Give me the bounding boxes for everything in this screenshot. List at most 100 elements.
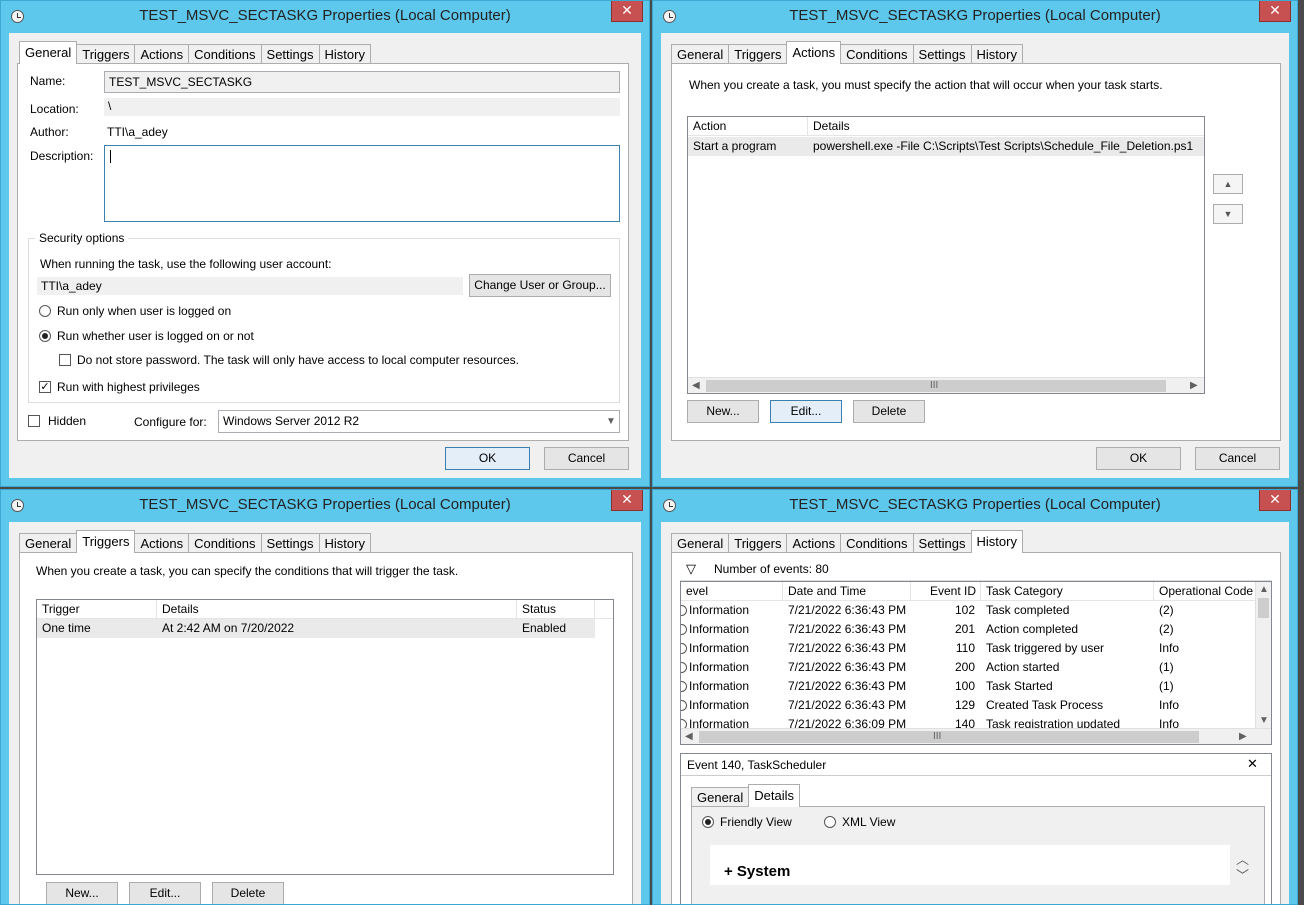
close-button[interactable]: ✕ (1259, 490, 1291, 511)
ok-button[interactable]: OK (445, 447, 530, 470)
vertical-scrollbar[interactable]: ▲ ▼ (1255, 582, 1271, 730)
triggers-list[interactable]: Trigger Details Status One time At 2:42 … (36, 599, 614, 875)
move-down-button[interactable]: ▼ (1213, 204, 1243, 224)
description-field[interactable] (104, 145, 620, 222)
column-details[interactable]: Details (808, 117, 1204, 136)
horizontal-scrollbar[interactable]: ◀ III ▶ (681, 728, 1271, 744)
tab-triggers[interactable]: Triggers (728, 533, 788, 553)
horizontal-scrollbar[interactable]: ◀ III ▶ (688, 377, 1204, 393)
tab-history[interactable]: History (318, 533, 371, 553)
cancel-button[interactable]: Cancel (544, 447, 629, 470)
move-up-button[interactable]: ▲ (1213, 174, 1243, 194)
detail-scroll-down-icon[interactable]: ﹀ (1236, 865, 1249, 884)
system-expander[interactable]: + System (724, 863, 790, 880)
table-row[interactable]: Information 7/21/2022 6:36:43 PM 110 Task t… (681, 639, 1255, 658)
actions-list[interactable]: Action Details Start a program powershel… (687, 116, 1205, 394)
close-button[interactable]: ✕ (1259, 1, 1291, 22)
tab-actions[interactable]: Actions (134, 44, 190, 64)
scroll-left-icon[interactable]: ◀ (692, 380, 700, 391)
tab-settings[interactable]: Settings (912, 533, 972, 553)
scroll-thumb[interactable] (699, 731, 1199, 743)
column-task-category[interactable]: Task Category (981, 582, 1154, 601)
checkbox-highest-privileges[interactable]: ✓ (39, 381, 51, 393)
tab-conditions[interactable]: Conditions (188, 533, 262, 553)
chevron-down-icon[interactable]: ▼ (606, 416, 616, 427)
detail-close-icon[interactable]: ✕ (1247, 756, 1258, 772)
tab-triggers[interactable]: Triggers (76, 44, 136, 64)
title-bar[interactable]: TEST_MSVC_SECTASKG Properties (Local Com… (1, 1, 649, 31)
detail-tab-general[interactable]: General (691, 787, 750, 807)
tab-conditions[interactable]: Conditions (840, 533, 914, 553)
tab-history[interactable]: History (318, 44, 371, 64)
tab-settings[interactable]: Settings (912, 44, 972, 64)
title-bar[interactable]: TEST_MSVC_SECTASKG Properties (Local Com… (653, 1, 1297, 31)
radio-run-logged-on[interactable] (39, 305, 51, 317)
scroll-right-icon[interactable]: ▶ (1190, 380, 1198, 391)
title-bar[interactable]: TEST_MSVC_SECTASKG Properties (Local Com… (653, 490, 1297, 520)
column-event-id[interactable]: Event ID (911, 582, 981, 601)
detail-tab-details[interactable]: Details (748, 784, 800, 807)
table-row[interactable]: Information 7/21/2022 6:36:43 PM 200 Action… (681, 658, 1255, 677)
radio-friendly-view[interactable] (702, 816, 714, 828)
scroll-up-icon[interactable]: ▲ (1259, 584, 1269, 595)
close-button[interactable]: ✕ (611, 1, 643, 22)
tab-history[interactable]: History (970, 530, 1023, 553)
column-operational-code[interactable]: Operational Code (1154, 582, 1257, 601)
checkbox-hidden[interactable] (28, 415, 40, 427)
cancel-button[interactable]: Cancel (1195, 447, 1280, 470)
column-date-time[interactable]: Date and Time (783, 582, 911, 601)
table-row[interactable]: Start a program powershell.exe -File C:\… (688, 137, 1204, 156)
radio-run-whether[interactable] (39, 330, 51, 342)
tab-history[interactable]: History (970, 44, 1023, 64)
scroll-right-icon[interactable]: ▶ (1239, 731, 1247, 742)
scroll-left-icon[interactable]: ◀ (685, 731, 693, 742)
cell-date-time: 7/21/2022 6:36:43 PM (788, 698, 907, 712)
radio-xml-view[interactable] (824, 816, 836, 828)
column-level[interactable]: evel (681, 582, 783, 601)
delete-action-button[interactable]: Delete (853, 400, 925, 423)
column-trigger[interactable]: Trigger (37, 600, 157, 619)
table-row[interactable]: Information 7/21/2022 6:36:43 PM 102 Task c… (681, 601, 1255, 620)
name-field[interactable]: TEST_MSVC_SECTASKG (104, 71, 620, 93)
table-row[interactable]: Information 7/21/2022 6:36:43 PM 129 Create… (681, 696, 1255, 715)
tab-conditions[interactable]: Conditions (188, 44, 262, 64)
tab-triggers[interactable]: Triggers (728, 44, 788, 64)
scroll-down-icon[interactable]: ▼ (1259, 715, 1269, 726)
configure-select[interactable]: Windows Server 2012 R2 (218, 410, 620, 433)
tab-actions[interactable]: Actions (786, 533, 842, 553)
tab-settings[interactable]: Settings (260, 44, 320, 64)
tab-actions[interactable]: Actions (134, 533, 190, 553)
tab-actions[interactable]: Actions (786, 41, 842, 64)
new-action-button[interactable]: New... (687, 400, 759, 423)
tab-conditions[interactable]: Conditions (840, 44, 914, 64)
new-trigger-button[interactable]: New... (46, 882, 118, 904)
history-event-list[interactable]: evel Date and Time Event ID Task Categor… (680, 581, 1272, 745)
column-details[interactable]: Details (157, 600, 517, 619)
tab-general[interactable]: General (671, 44, 730, 64)
table-row[interactable]: Information 7/21/2022 6:36:43 PM 100 Task S… (681, 677, 1255, 696)
edit-trigger-button[interactable]: Edit... (129, 882, 201, 904)
table-row[interactable]: Information 7/21/2022 6:36:43 PM 201 Action… (681, 620, 1255, 639)
scroll-thumb[interactable] (1258, 598, 1269, 618)
tab-general[interactable]: General (19, 41, 78, 64)
cell-operational-code: (1) (1159, 679, 1174, 693)
tab-general[interactable]: General (671, 533, 730, 553)
delete-trigger-button[interactable]: Delete (212, 882, 284, 904)
filter-icon[interactable]: ▽ (686, 561, 696, 577)
tab-general[interactable]: General (19, 533, 78, 553)
tab-settings[interactable]: Settings (260, 533, 320, 553)
tab-triggers[interactable]: Triggers (76, 530, 136, 553)
event-detail-pane: Event 140, TaskScheduler ✕ General Detai… (680, 753, 1272, 904)
column-status[interactable]: Status (517, 600, 595, 619)
title-bar[interactable]: TEST_MSVC_SECTASKG Properties (Local Com… (1, 490, 649, 520)
edit-action-button[interactable]: Edit... (770, 400, 842, 423)
table-row[interactable]: One time At 2:42 AM on 7/20/2022 Enabled (37, 619, 595, 638)
change-user-button[interactable]: Change User or Group... (469, 274, 611, 297)
checkbox-do-not-store[interactable] (59, 354, 71, 366)
close-button[interactable]: ✕ (611, 490, 643, 511)
system-section[interactable]: + System (710, 845, 1230, 885)
column-action[interactable]: Action (688, 117, 808, 136)
ok-button[interactable]: OK (1096, 447, 1181, 470)
text-cursor (110, 150, 111, 163)
cell-level: Information (681, 601, 783, 620)
